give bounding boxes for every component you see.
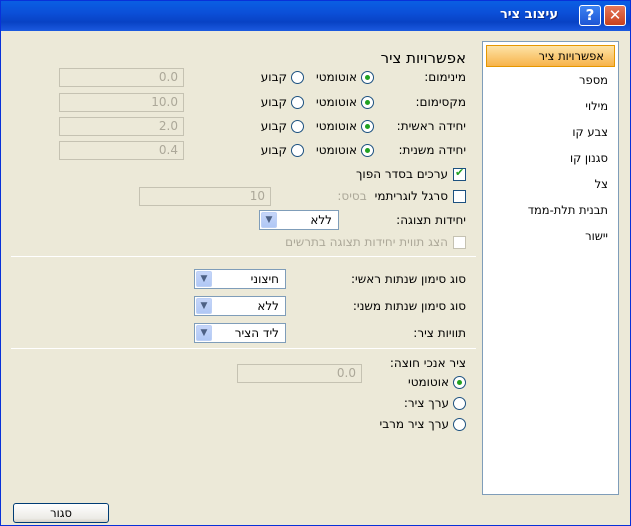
minor-unit-auto-label: אוטומטי [316,143,357,157]
minor-unit-label: יחידה משנית: [398,143,466,157]
max-auto-label: אוטומטי [316,95,357,109]
reverse-order-label: ערכים בסדר הפוך [355,167,448,181]
chevron-down-icon: ▼ [196,325,212,341]
crosses-label: ציר אנכי חוצה: [389,356,466,370]
display-units-select[interactable]: ללא ▼ [259,210,339,230]
min-fixed-radio[interactable] [291,70,305,84]
close-window-button[interactable]: ✕ [604,5,626,26]
close-button[interactable]: סגור [13,503,109,523]
axis-labels-select[interactable]: ליד הציר ▼ [194,323,286,343]
major-tick-row: סוג סימון שנתות ראשי: [351,269,466,289]
max-value-field[interactable]: 10.0 [59,93,184,112]
divider [11,348,476,349]
max-auto-radio[interactable] [361,95,374,109]
major-tick-select[interactable]: חיצוני ▼ [194,269,286,289]
sidebar-item-axis-options[interactable]: אפשרויות ציר [486,45,615,67]
crosses-max-label: ערך ציר מרבי [379,417,449,431]
minor-tick-label: סוג סימון שנתות משני: [352,299,466,313]
major-tick-label: סוג סימון שנתות ראשי: [351,272,466,286]
min-fixed-label: קבוע [260,70,288,84]
crosses-value-field[interactable]: 0.0 [237,364,362,383]
format-axis-dialog: עיצוב ציר ? ✕ אפשרויות ציר מספר מילוי צב… [0,0,631,526]
crosses-auto-label: אוטומטי [408,375,449,389]
axis-labels-row: תוויות ציר: [413,323,466,343]
axis-labels-label: תוויות ציר: [413,326,466,340]
sidebar-item-alignment[interactable]: יישור [483,223,618,249]
max-fixed-radio[interactable] [291,95,305,109]
log-scale-row: סרגל לוגריתמי בסיס: [337,186,466,206]
crosses-value-row: ערך ציר: [404,393,466,413]
display-units-label: יחידות תצוגה: [396,213,466,227]
min-value-field[interactable]: 0.0 [59,68,184,87]
display-units-row: יחידות תצוגה: [396,210,466,230]
section-title: אפשרויות ציר [380,49,466,67]
title-bar: עיצוב ציר ? ✕ [1,1,630,31]
minor-unit-row: יחידה משנית: אוטומטי קבוע [261,140,466,160]
category-list: אפשרויות ציר מספר מילוי צבע קו סגנון קו … [482,41,619,495]
minor-unit-auto-radio[interactable] [361,143,374,157]
crosses-auto-radio[interactable] [453,375,466,389]
minor-tick-select[interactable]: ללא ▼ [194,296,286,316]
minor-tick-value: ללא [257,299,279,313]
help-button[interactable]: ? [579,5,601,26]
chevron-down-icon: ▼ [261,212,277,228]
max-fixed-label: קבוע [260,95,288,109]
sidebar-item-line-color[interactable]: צבע קו [483,119,618,145]
display-units-value: ללא [310,213,332,227]
major-unit-fixed-label: קבוע [260,119,288,133]
minor-unit-fixed-radio[interactable] [291,143,305,157]
minor-unit-fixed-label: קבוע [260,143,288,157]
sidebar-item-number[interactable]: מספר [483,67,618,93]
sidebar-item-shadow[interactable]: צל [483,171,618,197]
log-scale-label: סרגל לוגריתמי [374,189,448,203]
window-title: עיצוב ציר [499,7,558,22]
min-auto-radio[interactable] [361,70,374,84]
min-auto-label: אוטומטי [316,70,357,84]
log-base-label: בסיס: [337,189,367,203]
crosses-value-radio[interactable] [453,396,466,410]
min-row: מינימום: אוטומטי קבוע [261,67,466,87]
minor-unit-value-field[interactable]: 0.4 [59,141,184,160]
max-row: מקסימום: אוטומטי קבוע [261,92,466,112]
major-unit-value-field[interactable]: 2.0 [59,117,184,136]
reverse-order-row: ערכים בסדר הפוך [356,164,466,184]
log-scale-checkbox[interactable] [453,189,466,203]
chevron-down-icon: ▼ [196,298,212,314]
divider [11,256,476,257]
crosses-max-row: ערך ציר מרבי [380,414,466,434]
crosses-max-radio[interactable] [453,417,466,431]
reverse-order-checkbox[interactable] [453,166,466,181]
major-unit-row: יחידה ראשית: אוטומטי קבוע [261,116,466,136]
crosses-auto-row: אוטומטי [408,372,466,392]
log-base-field[interactable]: 10 [139,187,271,206]
sidebar-item-line-style[interactable]: סגנון קו [483,145,618,171]
sidebar-item-fill[interactable]: מילוי [483,93,618,119]
major-unit-auto-label: אוטומטי [316,119,357,133]
crosses-title-row: ציר אנכי חוצה: [390,353,466,373]
sidebar-item-3d-format[interactable]: תבנית תלת-ממד [483,197,618,223]
minor-tick-row: סוג סימון שנתות משני: [353,296,466,316]
chevron-down-icon: ▼ [196,271,212,287]
major-unit-auto-radio[interactable] [361,119,374,133]
major-tick-value: חיצוני [250,272,279,286]
show-units-label-row: הצג תווית יחידות תצוגה בתרשים [285,232,466,252]
min-label: מינימום: [424,70,466,84]
show-units-label-checkbox[interactable] [453,235,466,249]
major-unit-label: יחידה ראשית: [396,119,466,133]
major-unit-fixed-radio[interactable] [291,119,305,133]
max-label: מקסימום: [415,95,466,109]
crosses-value-label: ערך ציר: [403,396,449,410]
axis-labels-value: ליד הציר [234,326,279,340]
axis-options-panel: אפשרויות ציר מינימום: אוטומטי קבוע 0.0 מ… [11,41,476,495]
show-units-label-text: הצג תווית יחידות תצוגה בתרשים [285,235,448,249]
